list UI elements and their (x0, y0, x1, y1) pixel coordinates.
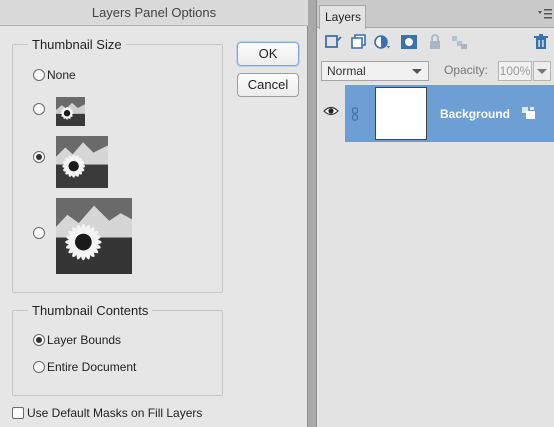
panel-menu-icon[interactable] (538, 8, 552, 20)
thumbnail-none-radio[interactable] (33, 69, 45, 81)
screen: Layers Panel Options Thumbnail Size None (0, 0, 554, 427)
opacity-label: Opacity: (444, 63, 489, 77)
layers-toolbar (317, 28, 554, 56)
thumbnail-small-radio[interactable] (33, 103, 45, 115)
adjustment-layer-icon[interactable] (373, 33, 393, 51)
opacity-field[interactable]: 100% (498, 61, 532, 81)
layer-name[interactable]: Background (440, 107, 510, 121)
use-default-masks-label[interactable]: Use Default Masks on Fill Layers (27, 406, 202, 420)
tab-layers[interactable]: Layers (319, 5, 366, 29)
add-mask-icon[interactable] (399, 33, 419, 51)
cancel-button[interactable]: Cancel (237, 73, 299, 97)
delete-layer-icon[interactable] (531, 33, 551, 51)
thumbnail-small-preview (56, 97, 85, 126)
use-default-masks-checkbox[interactable] (12, 407, 24, 419)
layer-thumbnail (375, 87, 427, 140)
lock-all-icon[interactable] (425, 33, 445, 51)
panel-separator (308, 0, 317, 427)
dialog-title: Layers Panel Options (0, 0, 308, 26)
layers-tab-bar: Layers (317, 0, 554, 29)
entire-document-radio[interactable] (33, 361, 45, 373)
eye-icon[interactable] (323, 104, 339, 116)
background-lock-icon (521, 105, 537, 121)
layer-bounds-label[interactable]: Layer Bounds (47, 333, 121, 347)
thumbnail-medium-preview (56, 136, 108, 188)
lock-transparency-icon[interactable] (449, 33, 469, 51)
thumbnail-large-radio[interactable] (33, 227, 45, 239)
thumbnail-none-label[interactable]: None (47, 68, 76, 82)
thumbnail-large-preview (56, 198, 132, 274)
blend-mode-value: Normal (327, 64, 366, 78)
layers-panel-options-dialog: Layers Panel Options Thumbnail Size None (0, 0, 308, 427)
link-icon[interactable] (351, 107, 359, 121)
entire-document-label[interactable]: Entire Document (47, 360, 136, 374)
ok-button[interactable]: OK (237, 42, 299, 66)
sunflower-image (56, 97, 85, 126)
thumbnail-size-legend: Thumbnail Size (28, 37, 126, 52)
opacity-dropdown-button[interactable] (533, 61, 551, 81)
sunflower-image (56, 198, 132, 274)
thumbnail-medium-radio[interactable] (33, 151, 45, 163)
sunflower-image (56, 136, 108, 188)
blend-mode-select[interactable]: Normal (321, 61, 429, 81)
thumbnail-contents-group (12, 310, 223, 396)
layer-bounds-radio[interactable] (33, 334, 45, 346)
thumbnail-contents-legend: Thumbnail Contents (28, 303, 153, 318)
chevron-down-icon (412, 69, 422, 74)
layers-panel: Layers Normal Opacity: 100% Background (317, 0, 554, 427)
layer-row-background[interactable]: Background (345, 85, 554, 142)
new-group-icon[interactable] (349, 33, 369, 51)
new-layer-icon[interactable] (323, 33, 343, 51)
